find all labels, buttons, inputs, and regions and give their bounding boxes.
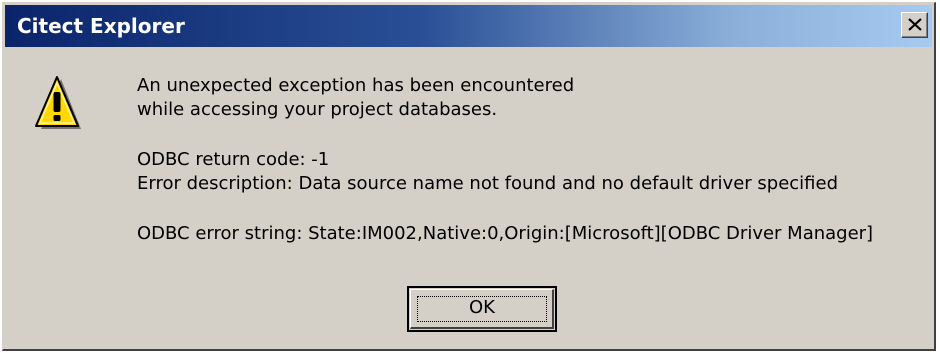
return-code-text: ODBC return code: -1 xyxy=(137,149,330,170)
error-dialog: Citect Explorer An unexpected exception … xyxy=(2,2,936,351)
error-string-text: ODBC error string: State:IM002,Native:0,… xyxy=(137,223,874,244)
warning-icon xyxy=(35,76,81,129)
close-button[interactable] xyxy=(901,12,928,38)
title-bar[interactable]: Citect Explorer xyxy=(5,5,932,47)
window-title: Citect Explorer xyxy=(17,14,185,38)
ok-button-label: OK xyxy=(469,297,495,318)
error-description-text: Error description: Data source name not … xyxy=(137,173,839,194)
message-text: An unexpected exception has been encount… xyxy=(137,74,873,246)
message-line-2: while accessing your project databases. xyxy=(137,99,498,120)
ok-button[interactable]: OK xyxy=(407,286,557,332)
message-line-1: An unexpected exception has been encount… xyxy=(137,75,575,96)
close-icon xyxy=(908,18,922,31)
